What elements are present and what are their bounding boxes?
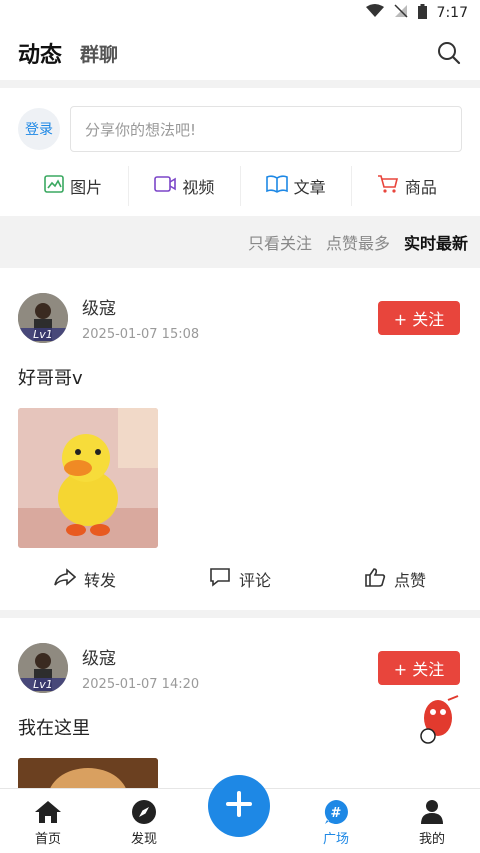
tab-mine[interactable]: 我的	[384, 789, 480, 853]
filter-following[interactable]: 只看关注	[248, 230, 312, 254]
avatar[interactable]: Lv1	[18, 293, 68, 343]
share-button[interactable]: 转发	[54, 567, 116, 591]
post-actions: 转发 评论 点赞	[18, 548, 462, 610]
tab-home-label: 首页	[34, 832, 61, 847]
post-text: 我在这里	[18, 718, 90, 739]
image-label: 图片	[70, 178, 103, 197]
filter-latest[interactable]: 实时最新	[404, 230, 468, 254]
status-time: 7:17	[436, 5, 468, 21]
no-signal-icon	[394, 4, 408, 22]
like-button[interactable]: 点赞	[364, 567, 426, 591]
comment-button[interactable]: 评论	[209, 567, 271, 591]
mascot-sticker[interactable]	[414, 690, 462, 748]
post-username[interactable]: 级寇	[82, 294, 199, 319]
compass-icon	[131, 798, 157, 826]
product-label: 商品	[404, 178, 437, 197]
post-username[interactable]: 级寇	[82, 644, 199, 669]
user-icon	[420, 798, 444, 826]
follow-button[interactable]: + 关注	[378, 651, 460, 685]
tab-square[interactable]: # 广场	[288, 789, 384, 853]
level-badge: Lv1	[18, 678, 68, 691]
post-input[interactable]: 分享你的想法吧!	[70, 106, 462, 152]
post-card: Lv1 级寇 2025-01-07 15:08 + 关注 好哥哥v 转发 评论 …	[0, 268, 480, 610]
image-button[interactable]: 图片	[18, 166, 130, 206]
post-card: Lv1 级寇 2025-01-07 14:20 + 关注 我在这里	[0, 618, 480, 798]
divider	[0, 610, 480, 618]
feed-filters: 只看关注 点赞最多 实时最新	[0, 216, 480, 268]
level-badge: Lv1	[18, 328, 68, 341]
follow-button[interactable]: + 关注	[378, 301, 460, 335]
post-time: 2025-01-07 14:20	[82, 677, 200, 692]
like-label: 点赞	[393, 571, 426, 590]
cart-icon	[377, 174, 399, 198]
home-icon	[34, 798, 62, 826]
tab-home[interactable]: 首页	[0, 789, 96, 853]
product-button[interactable]: 商品	[352, 166, 462, 206]
wifi-icon	[365, 4, 384, 22]
article-button[interactable]: 文章	[241, 166, 352, 206]
svg-text:#: #	[331, 806, 342, 821]
share-icon	[54, 568, 77, 590]
composer-actions: 图片 视频 文章 商品	[18, 166, 462, 206]
add-post-button[interactable]	[208, 775, 270, 837]
comment-icon	[209, 567, 231, 591]
video-label: 视频	[182, 178, 215, 197]
divider	[0, 80, 480, 88]
tab-group-chat[interactable]: 群聊	[80, 40, 118, 67]
battery-icon	[417, 3, 427, 23]
filter-most-liked[interactable]: 点赞最多	[326, 230, 390, 254]
plus-icon	[224, 789, 254, 823]
tab-mine-label: 我的	[418, 832, 445, 847]
book-icon	[265, 175, 288, 197]
post-time: 2025-01-07 15:08	[82, 327, 200, 342]
login-button[interactable]: 登录	[18, 108, 60, 150]
status-bar: 7:17	[0, 0, 480, 26]
search-icon[interactable]	[436, 40, 462, 66]
video-button[interactable]: 视频	[129, 166, 241, 206]
article-label: 文章	[293, 178, 326, 197]
composer: 登录 分享你的想法吧! 图片 视频 文章 商品	[0, 88, 480, 216]
comment-label: 评论	[238, 571, 271, 590]
avatar[interactable]: Lv1	[18, 643, 68, 693]
tab-square-label: 广场	[322, 832, 349, 847]
image-icon	[44, 175, 64, 197]
share-label: 转发	[84, 571, 117, 590]
post-image[interactable]	[18, 408, 158, 548]
tab-discover[interactable]: 发现	[96, 789, 192, 853]
hashtag-icon: #	[323, 798, 349, 826]
tab-discover-label: 发现	[130, 832, 157, 847]
top-header: 动态 群聊	[0, 26, 480, 80]
video-icon	[154, 176, 177, 196]
tab-dynamic[interactable]: 动态	[18, 37, 62, 69]
thumbs-up-icon	[364, 567, 386, 591]
post-text: 好哥哥v	[18, 368, 83, 389]
